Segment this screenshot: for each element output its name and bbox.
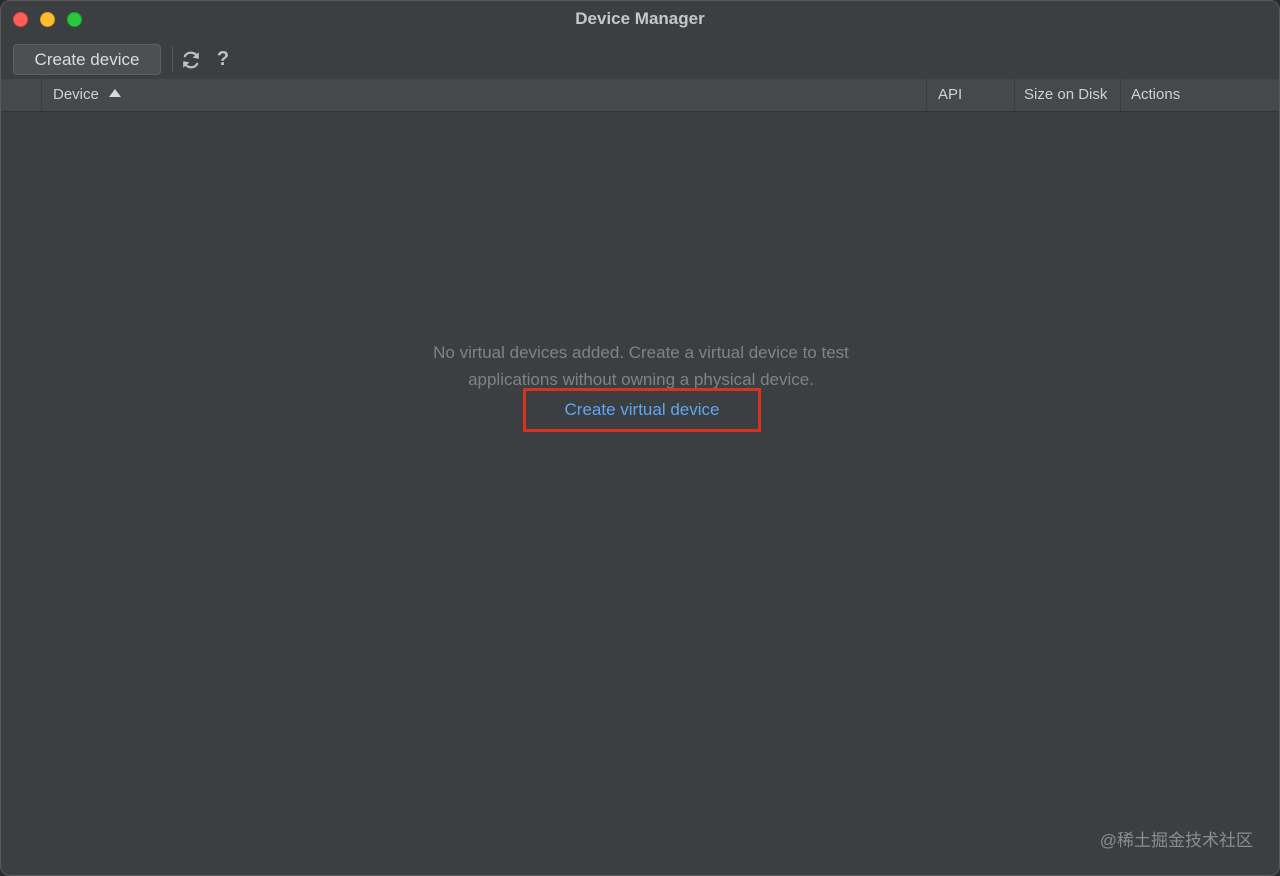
watermark: @稀土掘金技术社区	[1099, 831, 1253, 850]
column-header-size-on-disk[interactable]: Size on Disk	[1014, 79, 1120, 111]
title-bar: Device Manager	[1, 1, 1279, 37]
sort-ascending-icon	[108, 89, 121, 97]
empty-state-message: No virtual devices added. Create a virtu…	[391, 339, 891, 393]
column-header-api-label: API	[938, 86, 963, 103]
refresh-icon[interactable]	[180, 49, 202, 71]
device-list-area: No virtual devices added. Create a virtu…	[1, 112, 1279, 875]
device-manager-window: Device Manager Create device ? Device AP…	[0, 0, 1280, 876]
toolbar-separator	[172, 46, 173, 72]
column-header-size-label: Size on Disk	[1024, 86, 1108, 103]
column-header-api[interactable]: API	[926, 79, 1014, 111]
create-device-button[interactable]: Create device	[13, 44, 161, 75]
window-title: Device Manager	[575, 9, 705, 28]
table-header: Device API Size on Disk Actions	[1, 79, 1279, 112]
create-virtual-device-link[interactable]: Create virtual device	[523, 388, 761, 432]
column-header-actions-label: Actions	[1131, 86, 1181, 103]
column-header-device-label: Device	[53, 86, 99, 103]
toolbar: Create device ?	[1, 37, 1279, 79]
empty-state-line-1: No virtual devices added. Create a virtu…	[433, 343, 849, 362]
help-icon[interactable]: ?	[213, 47, 233, 71]
column-header-device[interactable]: Device	[41, 79, 926, 111]
column-header-actions[interactable]: Actions	[1120, 79, 1279, 111]
